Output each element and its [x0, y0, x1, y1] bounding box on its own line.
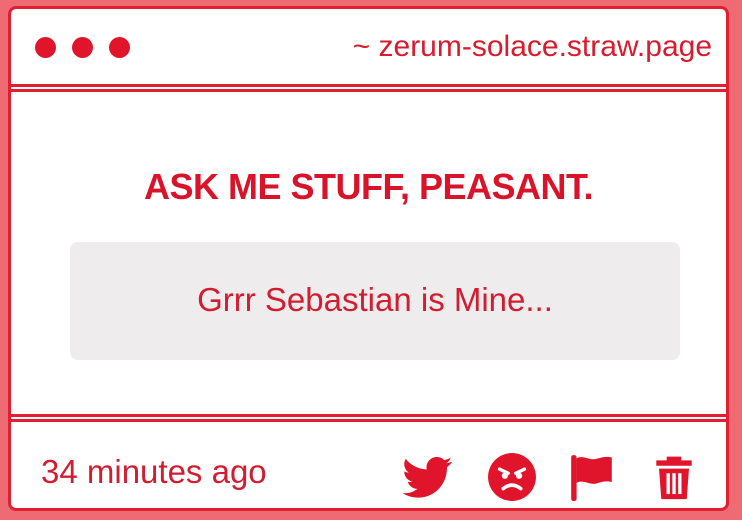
window-dot-icon — [35, 37, 56, 58]
window-dot-icon — [72, 37, 93, 58]
trash-icon[interactable] — [649, 452, 699, 502]
divider — [11, 414, 726, 417]
post-card: ~ zerum-solace.straw.page ASK ME STUFF, … — [8, 6, 729, 511]
window-titlebar: ~ zerum-solace.straw.page — [11, 9, 726, 87]
divider — [11, 89, 726, 92]
flag-icon[interactable] — [567, 452, 617, 502]
window-dot-icon — [109, 37, 130, 58]
post-footer: 34 minutes ago — [11, 419, 726, 508]
page-url[interactable]: ~ zerum-solace.straw.page — [353, 29, 712, 65]
page-title: ASK ME STUFF, PEASANT. — [143, 166, 594, 207]
angry-face-icon[interactable] — [487, 452, 537, 502]
timestamp: 34 minutes ago — [41, 453, 267, 490]
question-text: Grrr Sebastian is Mine... — [197, 281, 553, 318]
twitter-icon[interactable] — [403, 452, 453, 502]
question-box: Grrr Sebastian is Mine... — [70, 242, 680, 360]
